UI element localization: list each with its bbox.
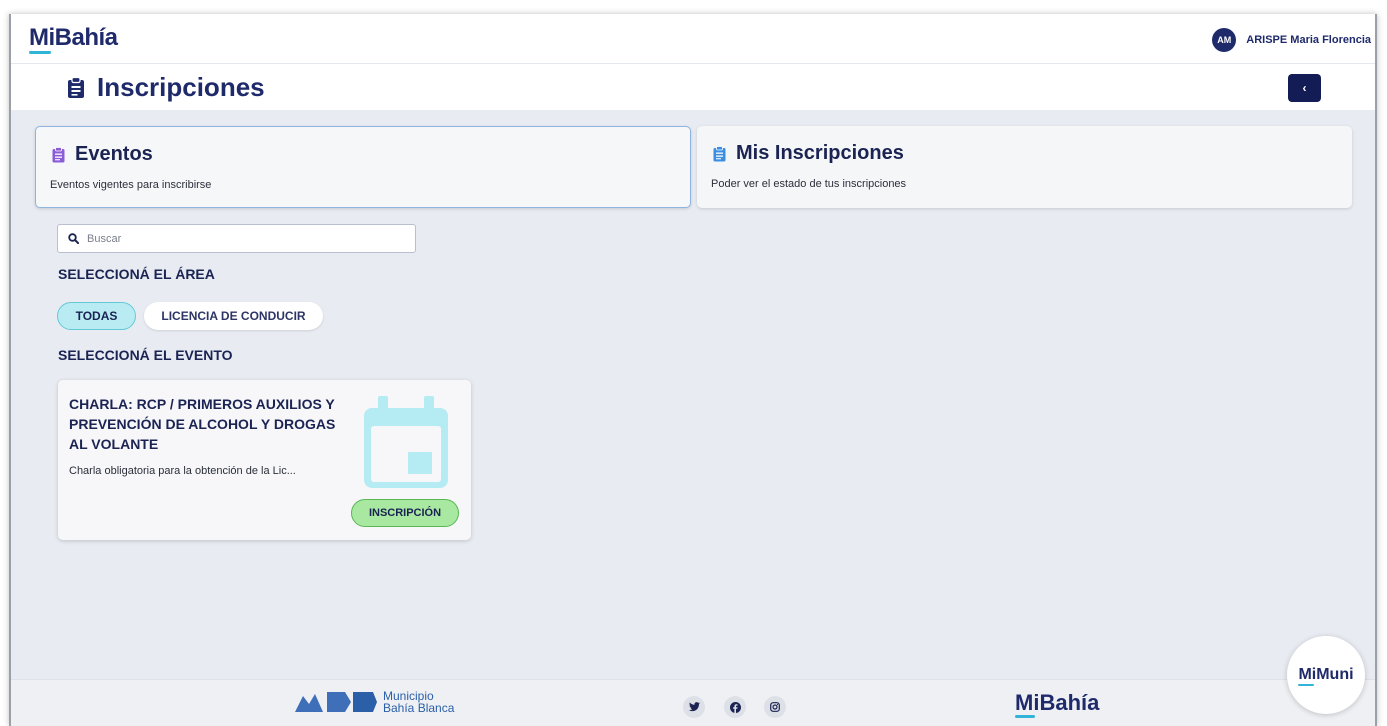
avatar[interactable]: AM <box>1212 28 1237 52</box>
event-description: Charla obligatoria para la obtención de … <box>69 465 296 477</box>
mibahia-logo[interactable]: MiBahía <box>29 24 118 52</box>
event-card[interactable]: CHARLA: RCP / PRIMEROS AUXILIOS Y PREVEN… <box>58 380 471 540</box>
facebook-icon[interactable] <box>724 696 746 718</box>
chip-todas[interactable]: TODAS <box>57 302 136 330</box>
tab-eventos-description: Eventos vigentes para inscribirse <box>50 179 212 191</box>
search-icon <box>68 233 79 244</box>
user-name: ARISPE Maria Florencia <box>1246 34 1371 46</box>
logo-mi: Mi <box>29 24 55 51</box>
calendar-icon <box>364 396 448 488</box>
footer: Municipio Bahía Blanca MiBahía <box>11 679 1375 726</box>
event-title: CHARLA: RCP / PRIMEROS AUXILIOS Y PREVEN… <box>69 396 336 452</box>
tab-mis-inscripciones-title: Mis Inscripciones <box>736 142 904 164</box>
tab-mis-inscripciones-description: Poder ver el estado de tus inscripciones <box>711 178 907 190</box>
search-box[interactable] <box>57 224 416 253</box>
event-section-title: SELECCIONÁ EL EVENTO <box>58 347 233 363</box>
municipio-logo[interactable]: Municipio Bahía Blanca <box>293 690 454 714</box>
page-title: Inscripciones <box>67 72 265 103</box>
mimuni-mi: Mi <box>1298 666 1317 686</box>
mimuni-chat-button[interactable]: Mi Muni <box>1287 636 1365 714</box>
mimuni-muni: Muni <box>1316 666 1354 683</box>
tab-eventos[interactable]: Eventos Eventos vigentes para inscribirs… <box>35 126 691 208</box>
page-header: Inscripciones ‹ <box>11 64 1375 110</box>
tab-mis-inscripciones[interactable]: Mis Inscripciones Poder ver el estado de… <box>697 126 1352 208</box>
inscripcion-button[interactable]: INSCRIPCIÓN <box>351 499 459 527</box>
footer-logo-mi: Mi <box>1015 690 1040 715</box>
tab-eventos-title: Eventos <box>75 143 153 165</box>
page-title-text: Inscripciones <box>97 72 265 102</box>
municipio-text: Municipio Bahía Blanca <box>383 690 454 714</box>
municipio-emblem-icon <box>295 692 377 712</box>
user-menu[interactable]: AM ARISPE Maria Florencia <box>1212 28 1371 52</box>
area-section-title: SELECCIONÁ EL ÁREA <box>58 266 215 282</box>
twitter-icon[interactable] <box>683 696 705 718</box>
top-bar: MiBahía AM ARISPE Maria Florencia <box>11 14 1375 64</box>
app-window: MiBahía AM ARISPE Maria Florencia Inscri… <box>9 14 1377 726</box>
clipboard-icon <box>52 146 65 162</box>
tab-eventos-head: Eventos <box>52 143 153 166</box>
search-input[interactable] <box>87 232 387 245</box>
municipio-line2: Bahía Blanca <box>383 701 455 715</box>
footer-logo-bahia: Bahía <box>1039 690 1100 715</box>
chip-licencia-de-conducir[interactable]: LICENCIA DE CONDUCIR <box>144 302 323 330</box>
tab-mis-inscripciones-head: Mis Inscripciones <box>713 142 904 165</box>
clipboard-icon <box>713 145 726 161</box>
clipboard-icon <box>68 76 84 98</box>
logo-bahia: Bahía <box>54 24 118 51</box>
back-button[interactable]: ‹ <box>1288 74 1321 102</box>
footer-mibahia-logo[interactable]: MiBahía <box>1015 690 1099 716</box>
instagram-icon[interactable] <box>764 696 786 718</box>
